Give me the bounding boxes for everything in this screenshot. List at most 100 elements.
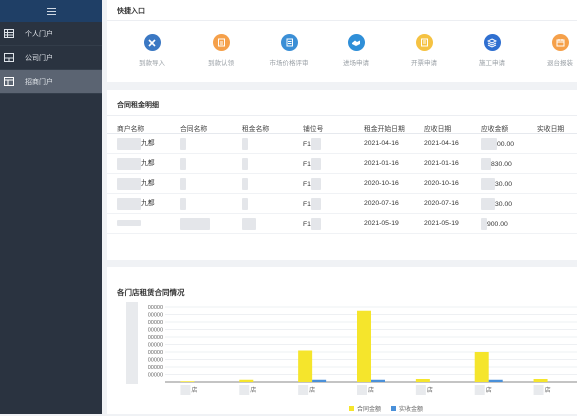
bar-contract-amount: [415, 379, 430, 382]
store-lease-chart-panel: 各门店租赁合同情况 00000 00000 00000 00000 00000 00000…: [107, 267, 577, 414]
due-date: 2020-10-16: [424, 173, 481, 194]
due-date: 2021-01-16: [424, 153, 481, 174]
quick-entry-entry-application[interactable]: 进场申请: [321, 34, 391, 67]
handshake-icon: [347, 34, 365, 51]
sidebar-item-label: 个人门户: [25, 30, 53, 38]
shop-name: 九都: [141, 200, 155, 208]
due-amount: 00.00: [497, 140, 515, 148]
x-tick-blur: [180, 385, 191, 395]
sidebar-toggle[interactable]: [0, 0, 102, 22]
sidebar-item-leasing[interactable]: 招商门户: [0, 70, 102, 94]
column-header[interactable]: 租金开始日期: [364, 123, 424, 134]
rent-start-date: 2021-04-16: [364, 133, 424, 154]
due-amount: 30.00: [495, 180, 513, 188]
received-date: [537, 133, 577, 154]
quick-entry-title: 快捷入口: [117, 8, 145, 15]
column-header[interactable]: 应收金额: [481, 123, 537, 134]
rent-start-date: 2021-01-16: [364, 153, 424, 174]
bar-received-amount: [371, 379, 385, 382]
x-tick-blur: [533, 385, 544, 395]
quick-entry-payment-claim[interactable]: 到款认领: [186, 34, 256, 67]
received-date: [537, 173, 577, 194]
x-tick-label: 店: [545, 386, 551, 394]
unit-number: F1: [303, 200, 311, 208]
contract-rent-table: 商户名称 合同名称 租金名称 铺位号 租金开始日期 应收日期 应收金额 实收日期…: [107, 123, 577, 234]
bar-contract-amount: [239, 379, 254, 382]
table-icon: [4, 29, 14, 38]
table-row[interactable]: F1 2021-05-19 2021-05-19 900.00: [107, 213, 577, 234]
shop-name: 九都: [141, 180, 155, 188]
quick-entry-invoice-application[interactable]: 开票申请: [389, 34, 459, 67]
y-axis-label-blur: [126, 302, 138, 384]
x-tick-label: 店: [309, 386, 315, 394]
y-tick-label: 00000: [148, 305, 163, 311]
quick-entry-withdrawal[interactable]: 退台报装: [525, 34, 577, 67]
table-row[interactable]: 九都 F1 2020-10-16 2020-10-16 30.00: [107, 173, 577, 194]
contract-rent-title: 合同租金明细: [117, 102, 159, 109]
x-tick-blur: [357, 385, 367, 395]
invoice-icon: [415, 34, 433, 51]
x-tick-label: 店: [191, 386, 197, 394]
bar-contract-amount: [474, 352, 489, 382]
column-header[interactable]: 应收日期: [424, 123, 481, 134]
chart-title: 各门店租赁合同情况: [117, 288, 185, 297]
due-date: 2021-04-16: [424, 133, 481, 154]
quick-entry-label: 市场价格评审: [269, 60, 309, 67]
quick-entry-construction-application[interactable]: 施工申请: [457, 34, 527, 67]
column-header[interactable]: 合同名称: [180, 123, 242, 134]
column-header[interactable]: 商户名称: [107, 123, 180, 134]
x-tick-label: 店: [250, 386, 256, 394]
rent-start-date: 2020-10-16: [364, 173, 424, 194]
y-tick-label: 00000: [148, 365, 163, 371]
unit-number: F1: [303, 140, 311, 148]
clipboard-icon: [212, 34, 230, 51]
due-date: 2021-05-19: [424, 213, 481, 234]
unit-number: F1: [303, 160, 311, 168]
bar-contract-amount: [533, 379, 548, 382]
sidebar-item-company[interactable]: 公司门户: [0, 46, 102, 70]
contract-rent-panel: 合同租金明细 商户名称 合同名称 租金名称 铺位号 租金开始日期 应收日期 应收…: [107, 90, 577, 260]
table-row[interactable]: 九都 F1 2021-01-16 2021-01-16 830.00: [107, 153, 577, 174]
table-row[interactable]: 九都 F1 2020-07-16 2020-07-16 30.00: [107, 193, 577, 214]
x-tick-label: 店: [486, 386, 492, 394]
x-tick-label: 店: [427, 386, 433, 394]
table-header-row: 商户名称 合同名称 租金名称 铺位号 租金开始日期 应收日期 应收金额 实收日期: [107, 123, 577, 134]
column-header[interactable]: 铺位号: [303, 123, 364, 134]
legend-swatch: [349, 406, 354, 411]
due-amount: 830.00: [491, 160, 512, 168]
menu-icon[interactable]: [46, 7, 56, 15]
y-tick-label: 00000: [148, 335, 163, 341]
y-tick-label: 00000: [148, 373, 163, 379]
bar-received-amount: [312, 379, 327, 382]
received-date: [537, 193, 577, 214]
y-tick-label: 00000: [148, 343, 163, 349]
document-icon: [280, 34, 298, 51]
y-tick-label: 00000: [148, 328, 163, 334]
legend-label: 实收金额: [399, 405, 423, 413]
x-tick-blur: [474, 385, 485, 395]
column-header[interactable]: 实收日期: [537, 123, 577, 134]
received-date: [537, 213, 577, 234]
due-amount: 900.00: [487, 220, 508, 228]
main-content: 快捷入口 到款导入 到款认领 市场价格评审 进场申请 开票申请 施工申请 退台报…: [102, 0, 577, 414]
x-tick-label: 店: [368, 386, 374, 394]
bar-contract-amount: [180, 381, 195, 382]
table-row[interactable]: 九都 F1 2021-04-16 2021-04-16 00.00: [107, 133, 577, 154]
grid-icon: [4, 77, 14, 86]
column-header[interactable]: 租金名称: [242, 123, 303, 134]
y-tick-label: 00000: [148, 358, 163, 364]
legend-label: 合同金额: [357, 405, 381, 413]
due-date: 2020-07-16: [424, 193, 481, 214]
sidebar-item-personal[interactable]: 个人门户: [0, 22, 102, 46]
x-tick-blur: [415, 385, 426, 395]
quick-entry-label: 施工申请: [479, 60, 505, 67]
quick-entry-price-review[interactable]: 市场价格评审: [254, 34, 324, 67]
quick-entry-payment-import[interactable]: 到款导入: [117, 34, 187, 67]
quick-entry-label: 到款认领: [208, 60, 234, 67]
quick-entry-label: 开票申请: [411, 60, 437, 67]
bar-received-amount: [488, 379, 503, 382]
bar-contract-amount: [298, 350, 313, 382]
calendar-icon: [551, 34, 569, 51]
shop-name: 九都: [141, 140, 155, 148]
y-tick-label: 00000: [148, 320, 163, 326]
